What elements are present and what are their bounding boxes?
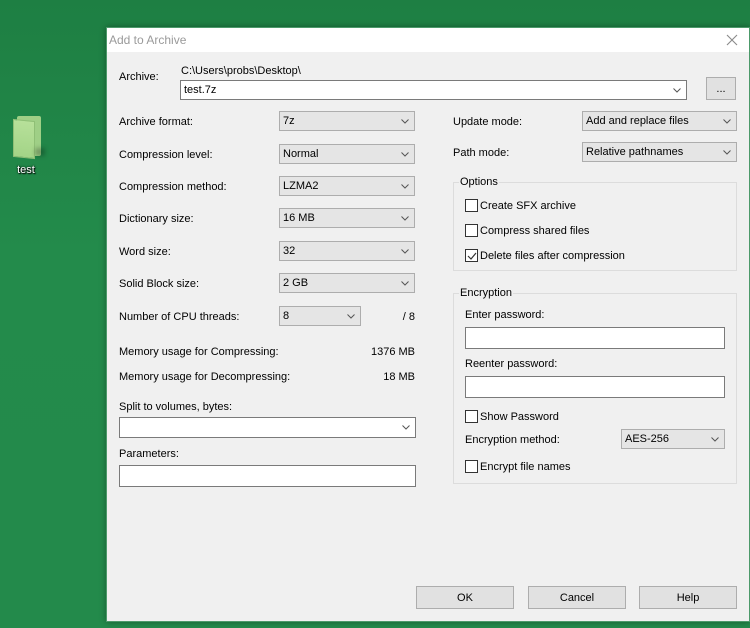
chevron-down-icon <box>710 430 720 448</box>
cpu-threads-max: / 8 <box>402 311 415 323</box>
enter-password-label: Enter password: <box>465 309 545 321</box>
compression-level-value: Normal <box>283 148 319 160</box>
reenter-password-label: Reenter password: <box>465 358 558 370</box>
reenter-password-input[interactable] <box>465 376 725 398</box>
chevron-down-icon <box>722 143 732 161</box>
checkbox-box[interactable] <box>465 224 478 237</box>
update-mode-label: Update mode: <box>453 116 523 128</box>
encrypt-file-names-checkbox[interactable]: Encrypt file names <box>465 460 570 473</box>
show-password-checkbox[interactable]: Show Password <box>465 410 559 423</box>
add-to-archive-dialog: Add to Archive Archive: C:\Users\probs\D… <box>106 27 750 622</box>
encryption-method-select[interactable]: AES-256 <box>621 429 725 449</box>
encrypt-file-names-label: Encrypt file names <box>480 460 571 473</box>
options-group: Options Create SFX archive Compress shar… <box>453 176 737 271</box>
chevron-down-icon <box>400 145 410 163</box>
create-sfx-label: Create SFX archive <box>480 199 576 212</box>
solid-block-size-label: Solid Block size: <box>119 278 200 290</box>
chevron-down-icon <box>400 274 410 292</box>
archive-format-value: 7z <box>283 115 295 127</box>
chevron-down-icon <box>401 418 411 436</box>
cpu-threads-value: 8 <box>283 310 290 322</box>
path-mode-select[interactable]: Relative pathnames <box>582 142 737 162</box>
archive-name-value: test.7z <box>184 84 217 96</box>
close-icon <box>726 34 738 46</box>
cpu-threads-select[interactable]: 8 <box>279 306 361 326</box>
compress-shared-checkbox[interactable]: Compress shared files <box>465 224 589 237</box>
cancel-button[interactable]: Cancel <box>528 586 626 609</box>
title-bar[interactable]: Add to Archive <box>107 28 749 52</box>
chevron-down-icon <box>346 307 356 325</box>
update-mode-select[interactable]: Add and replace files <box>582 111 737 131</box>
word-size-label: Word size: <box>119 246 171 258</box>
split-volumes-label: Split to volumes, bytes: <box>119 401 233 413</box>
chevron-down-icon <box>672 81 682 99</box>
solid-block-size-value: 2 GB <box>283 277 309 289</box>
compression-level-label: Compression level: <box>119 149 213 161</box>
checkbox-box[interactable] <box>465 460 478 473</box>
chevron-down-icon <box>722 112 732 130</box>
archive-format-label: Archive format: <box>119 116 193 128</box>
chevron-down-icon <box>400 112 410 130</box>
memory-compress-value: 1376 MB <box>370 346 415 358</box>
browse-button[interactable]: ... <box>706 77 736 100</box>
word-size-value: 32 <box>283 245 296 257</box>
solid-block-size-select[interactable]: 2 GB <box>279 273 415 293</box>
desktop-folder-test[interactable]: test <box>4 112 48 176</box>
parameters-label: Parameters: <box>119 448 179 460</box>
dictionary-size-value: 16 MB <box>283 212 315 224</box>
checkbox-box[interactable] <box>465 249 478 262</box>
dialog-title: Add to Archive <box>109 33 187 47</box>
update-mode-value: Add and replace files <box>586 115 689 127</box>
compression-method-label: Compression method: <box>119 181 227 193</box>
chevron-down-icon <box>400 242 410 260</box>
options-group-title: Options <box>459 176 499 188</box>
archive-path: C:\Users\probs\Desktop\ <box>181 65 301 77</box>
encryption-group-title: Encryption <box>459 287 513 299</box>
checkmark-icon <box>467 252 476 260</box>
cpu-threads-label: Number of CPU threads: <box>119 311 240 323</box>
checkbox-box[interactable] <box>465 199 478 212</box>
folder-icon <box>9 112 45 160</box>
path-mode-label: Path mode: <box>453 147 510 159</box>
dictionary-size-select[interactable]: 16 MB <box>279 208 415 228</box>
memory-compress-label: Memory usage for Compressing: <box>119 346 279 358</box>
compress-shared-label: Compress shared files <box>480 224 590 237</box>
compression-method-select[interactable]: LZMA2 <box>279 176 415 196</box>
help-button[interactable]: Help <box>639 586 737 609</box>
enter-password-input[interactable] <box>465 327 725 349</box>
split-volumes-combo[interactable] <box>119 417 416 438</box>
parameters-input[interactable] <box>119 465 416 487</box>
memory-decompress-label: Memory usage for Decompressing: <box>119 371 291 383</box>
show-password-label: Show Password <box>480 410 559 423</box>
checkbox-box[interactable] <box>465 410 478 423</box>
encryption-method-label: Encryption method: <box>465 434 560 446</box>
compression-level-select[interactable]: Normal <box>279 144 415 164</box>
compression-method-value: LZMA2 <box>283 180 319 192</box>
delete-after-compression-checkbox[interactable]: Delete files after compression <box>465 249 625 262</box>
archive-format-select[interactable]: 7z <box>279 111 415 131</box>
archive-name-combo[interactable]: test.7z <box>180 80 687 100</box>
chevron-down-icon <box>400 177 410 195</box>
path-mode-value: Relative pathnames <box>586 146 684 158</box>
delete-after-compression-label: Delete files after compression <box>480 249 625 262</box>
dictionary-size-label: Dictionary size: <box>119 213 194 225</box>
desktop-icon-label: test <box>17 164 35 176</box>
word-size-select[interactable]: 32 <box>279 241 415 261</box>
ok-button[interactable]: OK <box>416 586 514 609</box>
memory-decompress-value: 18 MB <box>383 371 415 383</box>
archive-label: Archive: <box>119 71 159 83</box>
close-button[interactable] <box>715 28 749 52</box>
encryption-method-value: AES-256 <box>625 433 670 445</box>
encryption-group: Encryption Enter password: Reenter passw… <box>453 287 737 484</box>
create-sfx-checkbox[interactable]: Create SFX archive <box>465 199 576 212</box>
chevron-down-icon <box>400 209 410 227</box>
